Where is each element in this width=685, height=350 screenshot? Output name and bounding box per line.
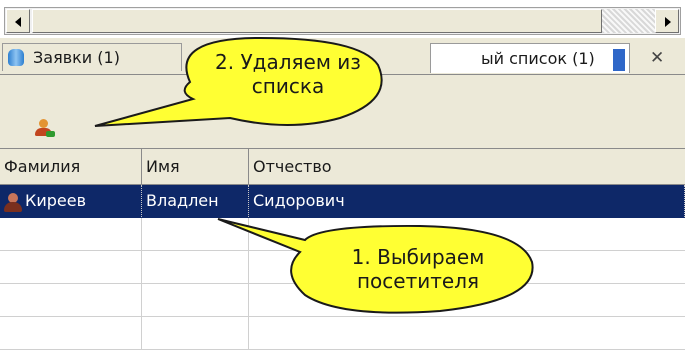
- callout-2-line-2: списка: [251, 74, 325, 98]
- callout-2-line-1: 2. Удаляем из: [215, 50, 361, 74]
- callout-1-line-1: 1. Выбираем: [351, 245, 485, 269]
- callout-2-text: 2. Удаляем из списка: [198, 50, 378, 98]
- callout-1-text: 1. Выбираем посетителя: [318, 245, 518, 293]
- callout-1-line-2: посетителя: [356, 269, 480, 293]
